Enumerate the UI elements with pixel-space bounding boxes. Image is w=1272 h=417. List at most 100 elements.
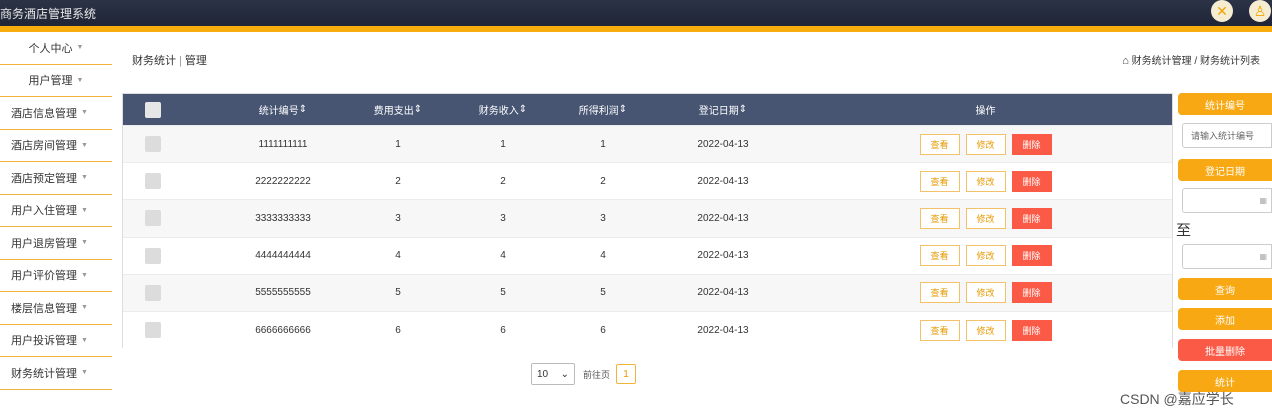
row-checkbox[interactable] (145, 284, 161, 301)
sidebar-item-floors[interactable]: 楼层信息管理 ▼ (0, 292, 112, 325)
start-date-input[interactable]: ▦ (1182, 188, 1272, 213)
table-row: 5555555555 5 5 5 2022-04-13 查看 修改 删除 (123, 273, 1172, 311)
edit-button[interactable]: 修改 (965, 170, 1006, 192)
edit-button[interactable]: 修改 (965, 282, 1006, 304)
sidebar-item-finance[interactable]: 财务统计管理 ▼ (0, 357, 112, 390)
sidebar-item-rooms[interactable]: 酒店房间管理 ▼ (0, 130, 112, 162)
edit-button[interactable]: 修改 (965, 245, 1006, 267)
delete-button[interactable]: 删除 (1011, 170, 1052, 192)
cell-profit: 3 (600, 212, 606, 224)
cell-expense: 6 (395, 324, 401, 336)
edit-button[interactable]: 修改 (965, 207, 1006, 229)
table-row: 4444444444 4 4 4 2022-04-13 查看 修改 删除 (123, 236, 1172, 274)
close-icon[interactable]: ✕ (1211, 0, 1233, 22)
chevron-down-icon: ▼ (81, 206, 88, 214)
end-date-input[interactable]: ▦ (1182, 244, 1272, 269)
delete-button[interactable]: 删除 (1011, 245, 1052, 267)
accent-strip (0, 26, 1272, 32)
finance-table: 统计编号 ⇕ 费用支出 ⇕ 财务收入 ⇕ 所得利润 ⇕ 登记日期 ⇕ 操作 1111111… (122, 93, 1173, 349)
sidebar-item-booking[interactable]: 酒店预定管理 ▼ (0, 162, 112, 195)
date-range-separator: 至 (1176, 222, 1192, 239)
chevron-down-icon: ▼ (81, 239, 88, 247)
view-button[interactable]: 查看 (919, 170, 960, 192)
cell-income: 5 (500, 287, 506, 299)
sidebar-item-complaints[interactable]: 用户投诉管理 ▼ (0, 325, 112, 357)
delete-button[interactable]: 删除 (1011, 207, 1052, 229)
page-number[interactable]: 1 (616, 364, 637, 384)
chevron-down-icon: ▼ (81, 141, 88, 149)
cell-expense: 1 (395, 138, 401, 150)
cell-income: 4 (500, 250, 506, 262)
row-checkbox[interactable] (145, 210, 161, 227)
sort-icon: ⇕ (738, 104, 748, 115)
sidebar-item-checkout[interactable]: 用户退房管理 ▼ (0, 227, 112, 260)
cell-expense: 5 (395, 287, 401, 299)
row-checkbox[interactable] (145, 322, 161, 339)
sidebar: 个人中心 ▼ 用户管理 ▼ 酒店信息管理 ▼ 酒店房间管理 ▼ 酒店预定管理 ▼ 用户入住… (0, 32, 112, 390)
chevron-down-icon: ▼ (81, 369, 88, 377)
add-button[interactable]: 添加 (1178, 308, 1272, 330)
sort-icon: ⇕ (518, 104, 528, 115)
cell-date: 2022-04-13 (697, 175, 749, 187)
col-header-profit[interactable]: 所得利润 ⇕ (553, 94, 653, 125)
home-icon[interactable]: ⌂ (1122, 55, 1129, 67)
sort-icon: ⇕ (618, 104, 628, 115)
chevron-down-icon: ▼ (81, 336, 88, 344)
app-title: 商务酒店管理系统 (0, 7, 97, 21)
col-header-expense[interactable]: 费用支出 ⇕ (348, 94, 448, 125)
cell-date: 2022-04-13 (697, 250, 749, 262)
col-header-date[interactable]: 登记日期 ⇕ (673, 94, 773, 125)
table-row: 3333333333 3 3 3 2022-04-13 查看 修改 删除 (123, 199, 1172, 237)
sidebar-item-reviews[interactable]: 用户评价管理 ▼ (0, 260, 112, 292)
page-title: 财务统计 | 管理 (132, 55, 207, 67)
calendar-icon: ▦ (1259, 252, 1267, 261)
sidebar-item-users[interactable]: 用户管理 ▼ (0, 65, 112, 97)
cell-profit: 6 (600, 324, 606, 336)
select-all-checkbox[interactable] (145, 101, 161, 118)
pagination: 10 ⌄ 前往页 1 (531, 363, 637, 385)
view-button[interactable]: 查看 (919, 282, 960, 304)
chevron-down-icon: ▼ (81, 304, 88, 312)
sort-icon: ⇕ (298, 104, 308, 115)
chevron-down-icon: ▼ (81, 109, 88, 117)
id-search-input[interactable]: 请输入统计编号 (1182, 123, 1272, 148)
cell-date: 2022-04-13 (697, 212, 749, 224)
top-bar: 商务酒店管理系统 ✕ ♙ (0, 0, 1272, 26)
cell-date: 2022-04-13 (697, 138, 749, 150)
row-checkbox[interactable] (145, 173, 161, 190)
user-icon[interactable]: ♙ (1249, 0, 1271, 22)
cell-expense: 3 (395, 212, 401, 224)
cell-expense: 4 (395, 250, 401, 262)
edit-button[interactable]: 修改 (965, 319, 1006, 341)
col-header-actions: 操作 (975, 106, 996, 117)
view-button[interactable]: 查看 (919, 133, 960, 155)
sidebar-item-profile[interactable]: 个人中心 ▼ (0, 32, 112, 65)
row-checkbox[interactable] (145, 247, 161, 264)
table-row: 6666666666 6 6 6 2022-04-13 查看 修改 删除 (123, 310, 1172, 349)
sidebar-item-hotel-info[interactable]: 酒店信息管理 ▼ (0, 97, 112, 130)
chevron-down-icon: ▼ (81, 271, 88, 279)
cell-date: 2022-04-13 (697, 324, 749, 336)
cell-expense: 2 (395, 175, 401, 187)
col-header-income[interactable]: 财务收入 ⇕ (453, 94, 553, 125)
row-checkbox[interactable] (145, 136, 161, 153)
sidebar-item-checkin[interactable]: 用户入住管理 ▼ (0, 195, 112, 227)
cell-profit: 2 (600, 175, 606, 187)
search-button[interactable]: 查询 (1178, 278, 1272, 300)
delete-button[interactable]: 删除 (1011, 319, 1052, 341)
page-size-select[interactable]: 10 ⌄ (531, 363, 575, 385)
goto-label: 前往页 (583, 369, 611, 380)
batch-delete-button[interactable]: 批量删除 (1178, 339, 1272, 361)
view-button[interactable]: 查看 (919, 245, 960, 267)
watermark: CSDN @嘉应学长 (1120, 391, 1234, 407)
cell-income: 3 (500, 212, 506, 224)
view-button[interactable]: 查看 (919, 319, 960, 341)
cell-profit: 5 (600, 287, 606, 299)
edit-button[interactable]: 修改 (965, 133, 1006, 155)
view-button[interactable]: 查看 (919, 207, 960, 229)
breadcrumb: ⌂ 财务统计管理 / 财务统计列表 (1122, 55, 1260, 67)
delete-button[interactable]: 删除 (1011, 133, 1052, 155)
chevron-down-icon: ▼ (76, 76, 84, 84)
cell-profit: 4 (600, 250, 606, 262)
delete-button[interactable]: 删除 (1011, 282, 1052, 304)
